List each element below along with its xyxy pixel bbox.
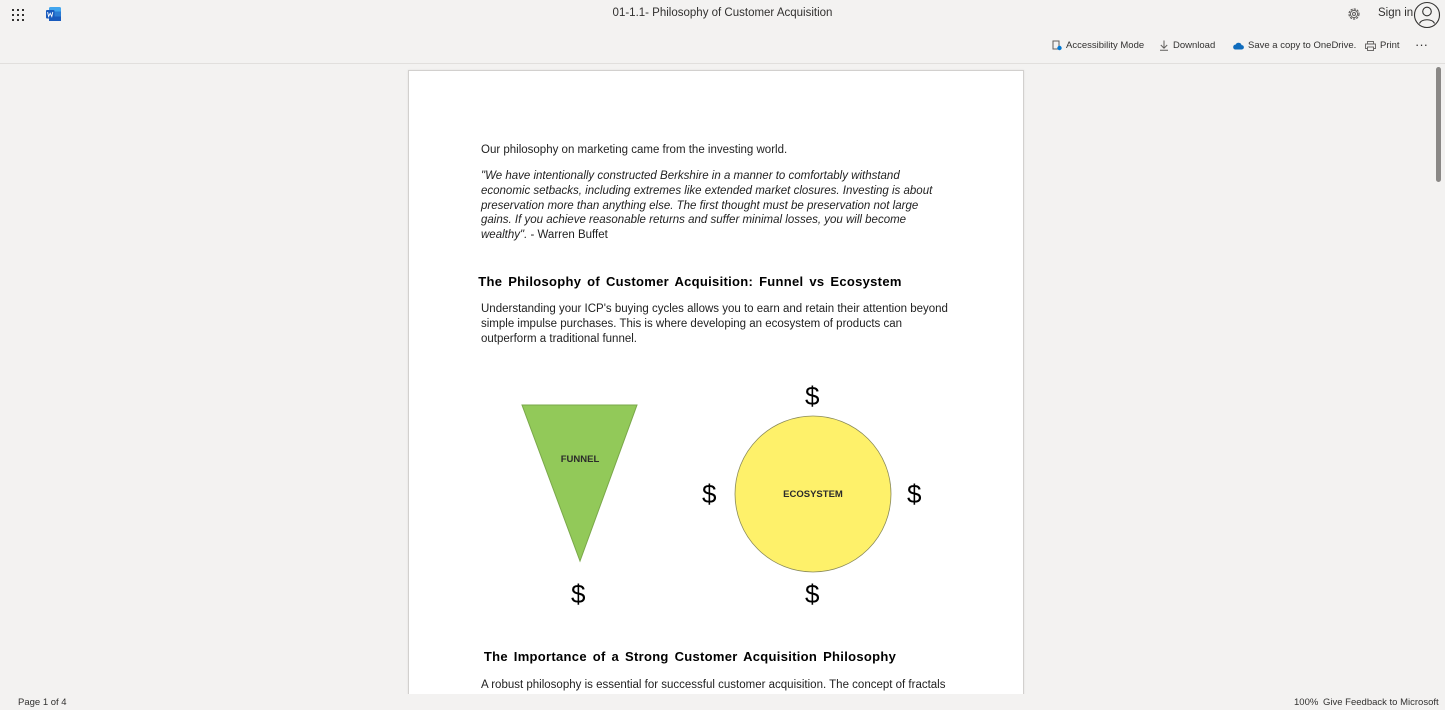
quote-attribution: - Warren Buffet xyxy=(527,229,608,242)
download-icon xyxy=(1160,40,1168,51)
document-title: 01-1.1- Philosophy of Customer Acquisiti… xyxy=(612,7,833,19)
download-label: Download xyxy=(1173,40,1216,51)
zoom-level[interactable]: 100% xyxy=(1294,697,1318,708)
dollar-sign-right: $ xyxy=(907,479,922,509)
accessibility-icon xyxy=(1052,40,1062,51)
accessibility-mode-button[interactable]: Accessibility Mode xyxy=(1052,40,1144,51)
document-canvas[interactable]: Our philosophy on marketing came from th… xyxy=(0,64,1445,694)
icp-paragraph: Understanding your ICP's buying cycles a… xyxy=(481,303,948,345)
vertical-scrollbar[interactable] xyxy=(1432,64,1445,694)
download-button[interactable]: Download xyxy=(1159,40,1215,51)
funnel-triangle xyxy=(521,404,638,563)
save-to-onedrive-button[interactable]: Save a copy to OneDrive. xyxy=(1232,40,1356,51)
funnel-label: FUNNEL xyxy=(561,454,600,465)
ecosystem-label: ECOSYSTEM xyxy=(783,489,843,500)
dollar-sign-bottom-ecosystem: $ xyxy=(805,579,820,609)
accessibility-mode-label: Accessibility Mode xyxy=(1066,40,1145,51)
top-header: 01-1.1- Philosophy of Customer Acquisiti… xyxy=(0,0,1445,30)
save-to-onedrive-label: Save a copy to OneDrive. xyxy=(1248,40,1357,51)
command-bar: Accessibility Mode Download Save a copy … xyxy=(0,30,1445,64)
dollar-sign-top: $ xyxy=(805,381,820,411)
sign-in-link[interactable]: Sign in xyxy=(1378,7,1413,19)
scrollbar-thumb[interactable] xyxy=(1436,67,1441,182)
intro-paragraph: Our philosophy on marketing came from th… xyxy=(481,144,788,156)
dollar-sign-left: $ xyxy=(702,479,717,509)
more-options-button[interactable]: ··· xyxy=(1415,37,1428,52)
section-heading-funnel-vs-ecosystem: The Philosophy of Customer Acquisition: … xyxy=(478,274,902,289)
page-count: Page 1 of 4 xyxy=(18,697,67,708)
document-page: Our philosophy on marketing came from th… xyxy=(408,70,1024,694)
printer-icon xyxy=(1365,40,1376,51)
section-heading-importance: The Importance of a Strong Customer Acqu… xyxy=(483,649,897,664)
philosophy-paragraph: A robust philosophy is essential for suc… xyxy=(481,679,946,694)
status-bar: Page 1 of 4 100% Give Feedback to Micros… xyxy=(0,694,1445,710)
onedrive-cloud-icon xyxy=(1233,42,1244,50)
quote-paragraph: "We have intentionally constructed Berks… xyxy=(481,169,949,243)
dollar-sign-bottom-funnel: $ xyxy=(571,579,586,609)
print-label: Print xyxy=(1380,40,1400,51)
print-button[interactable]: Print xyxy=(1365,40,1400,51)
give-feedback-link[interactable]: Give Feedback to Microsoft xyxy=(1323,697,1439,708)
gear-icon[interactable] xyxy=(1346,6,1362,22)
avatar-icon[interactable] xyxy=(1413,1,1441,29)
